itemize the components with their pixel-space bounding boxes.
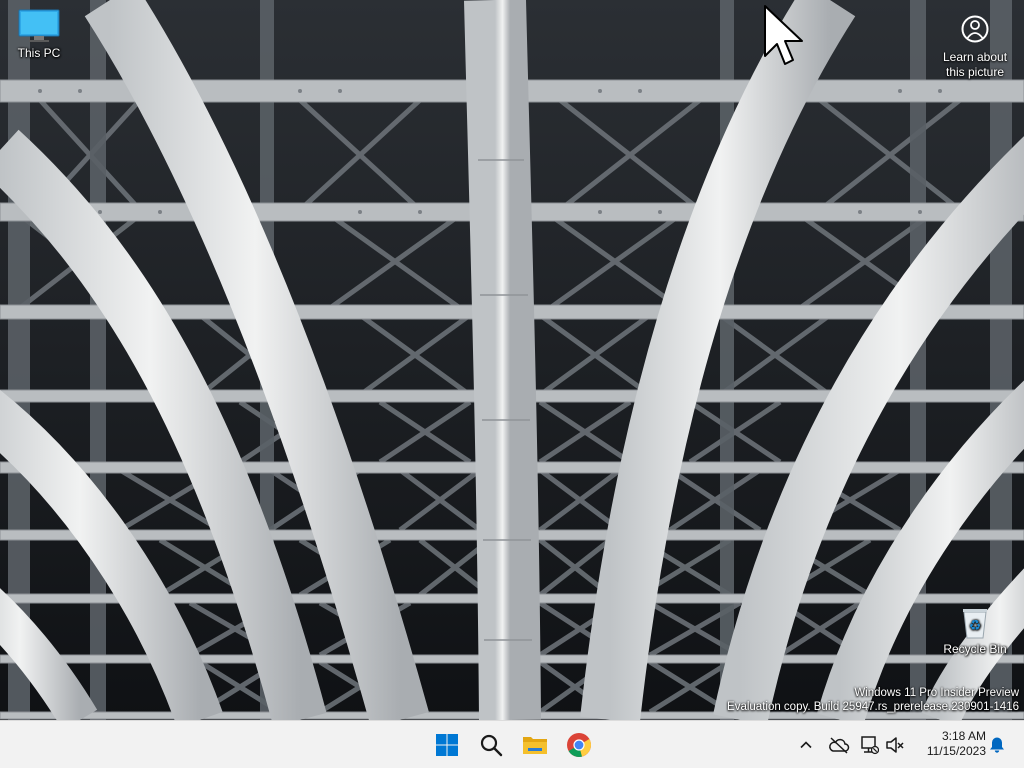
onedrive-status-button[interactable] (827, 733, 851, 757)
recycle-bin-icon: ♻ (963, 609, 987, 639)
learn-about-this-picture[interactable]: Learn about this picture (927, 14, 1023, 80)
volume-muted-icon (886, 737, 904, 753)
folder-icon (523, 737, 547, 754)
notification-bell-icon (990, 737, 1004, 753)
chrome-button[interactable] (559, 725, 599, 765)
chevron-up-icon (800, 741, 812, 749)
chrome-icon (567, 733, 591, 757)
learn-about-line1: Learn about (942, 50, 1008, 64)
clock-time: 3:18 AM (941, 729, 986, 743)
start-button[interactable] (427, 725, 467, 765)
camera-info-icon (961, 15, 989, 43)
network-status-button[interactable] (857, 733, 881, 757)
desktop-icon-label: This PC (17, 46, 61, 60)
mouse-pointer-icon (764, 5, 803, 65)
desktop[interactable]: This PC Learn about this picture ♻ Recyc… (0, 0, 1024, 720)
volume-button[interactable] (883, 733, 907, 757)
desktop-icon-label: Recycle Bin (943, 642, 1007, 656)
taskbar-clock[interactable]: 3:18 AM 11/15/2023 (912, 729, 986, 759)
search-icon (480, 734, 503, 757)
onedrive-offline-icon (829, 737, 850, 754)
desktop-icon-recycle-bin[interactable]: ♻ Recycle Bin (937, 604, 1013, 656)
watermark-build: Evaluation copy. Build 25947.rs_prerelea… (727, 701, 1019, 713)
notifications-button[interactable] (985, 733, 1009, 757)
windows-build-watermark: Windows 11 Pro Insider Preview Evaluatio… (727, 686, 1019, 714)
watermark-edition: Windows 11 Pro Insider Preview (854, 687, 1019, 699)
computer-icon (18, 9, 60, 42)
wallpaper-bridge-image (0, 0, 1024, 720)
show-hidden-icons-button[interactable] (794, 733, 818, 757)
file-explorer-button[interactable] (515, 725, 555, 765)
windows-logo-icon (436, 734, 458, 756)
search-button[interactable] (471, 725, 511, 765)
learn-about-line2: this picture (945, 65, 1005, 79)
taskbar: 3:18 AM 11/15/2023 (0, 720, 1024, 768)
desktop-icon-this-pc[interactable]: This PC (1, 8, 77, 60)
clock-date: 11/15/2023 (926, 744, 986, 758)
svg-text:♻: ♻ (969, 618, 982, 634)
network-disconnected-icon (861, 736, 879, 755)
